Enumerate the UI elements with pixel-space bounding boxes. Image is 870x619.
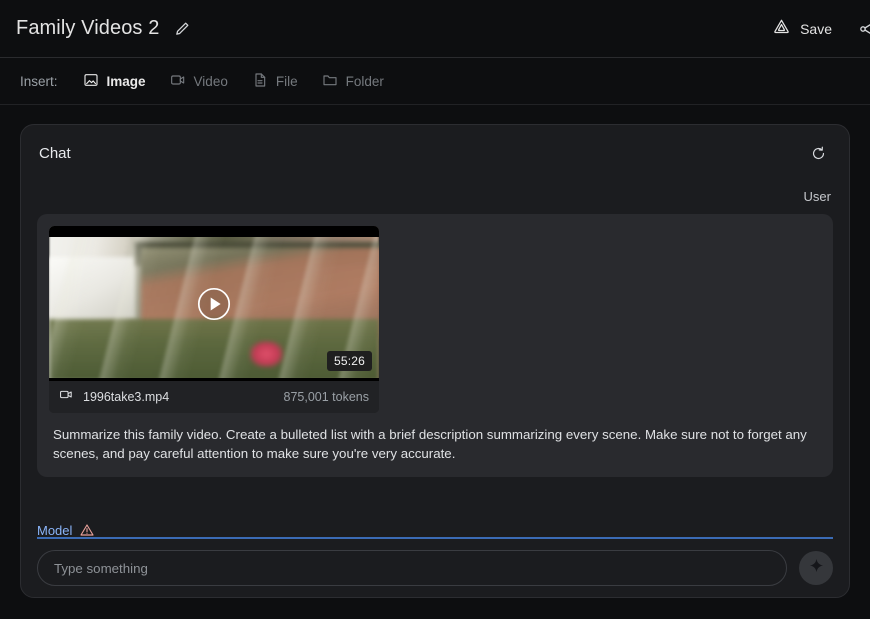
- send-button[interactable]: [799, 551, 833, 585]
- user-message-bubble: 55:26 1996take3.mp4 875,001 tokens Summa…: [37, 214, 833, 477]
- insert-folder-button[interactable]: Folder: [313, 67, 393, 96]
- insert-file-label: File: [276, 74, 298, 89]
- insert-image-label: Image: [107, 74, 146, 89]
- play-circle-icon[interactable]: [195, 285, 233, 323]
- chat-panel: Chat User: [20, 124, 850, 598]
- folder-icon: [322, 72, 338, 91]
- video-thumbnail[interactable]: 55:26: [49, 226, 379, 381]
- thumbnail-letterbox-top: [49, 226, 379, 237]
- save-button[interactable]: Save: [764, 11, 840, 47]
- header-actions: Save: [764, 0, 870, 57]
- warning-triangle-icon[interactable]: [79, 522, 95, 538]
- image-icon: [83, 72, 99, 91]
- insert-folder-label: Folder: [346, 74, 384, 89]
- message-composer: [21, 539, 849, 597]
- video-file-metadata: 1996take3.mp4 875,001 tokens: [49, 381, 379, 413]
- message-role-label: User: [37, 181, 833, 214]
- save-button-label: Save: [800, 21, 832, 37]
- chat-conversation-scroll[interactable]: User: [21, 181, 849, 511]
- model-selector-label[interactable]: Model: [37, 523, 72, 538]
- thumbnail-letterbox-bottom: [49, 378, 379, 381]
- insert-image-button[interactable]: Image: [74, 67, 155, 96]
- sparkle-send-icon: [808, 557, 825, 579]
- page-title: Family Videos 2: [16, 17, 159, 40]
- video-icon: [170, 72, 186, 91]
- insert-video-label: Video: [194, 74, 228, 89]
- video-camera-icon: [59, 387, 74, 407]
- edit-title-pencil-icon[interactable]: [171, 18, 193, 40]
- message-input[interactable]: [37, 550, 787, 586]
- video-token-count: 875,001 tokens: [284, 390, 370, 404]
- video-duration-badge: 55:26: [327, 351, 372, 371]
- insert-file-button[interactable]: File: [243, 67, 307, 96]
- video-filename: 1996take3.mp4: [83, 390, 169, 404]
- insert-toolbar: Insert: Image Video File: [0, 58, 870, 105]
- top-header-bar: Family Videos 2 Save: [0, 0, 870, 57]
- chat-panel-header: Chat: [21, 125, 849, 181]
- file-icon: [252, 72, 268, 91]
- toolbar-divider: [0, 104, 870, 105]
- insert-video-button[interactable]: Video: [161, 67, 237, 96]
- share-icon[interactable]: [856, 17, 870, 41]
- insert-toolbar-label: Insert:: [20, 74, 58, 89]
- drive-triangle-icon: [772, 17, 791, 41]
- video-attachment-card[interactable]: 55:26 1996take3.mp4 875,001 tokens: [49, 226, 379, 413]
- user-prompt-text: Summarize this family video. Create a bu…: [49, 425, 821, 463]
- chat-title: Chat: [39, 145, 71, 162]
- refresh-icon[interactable]: [805, 140, 831, 166]
